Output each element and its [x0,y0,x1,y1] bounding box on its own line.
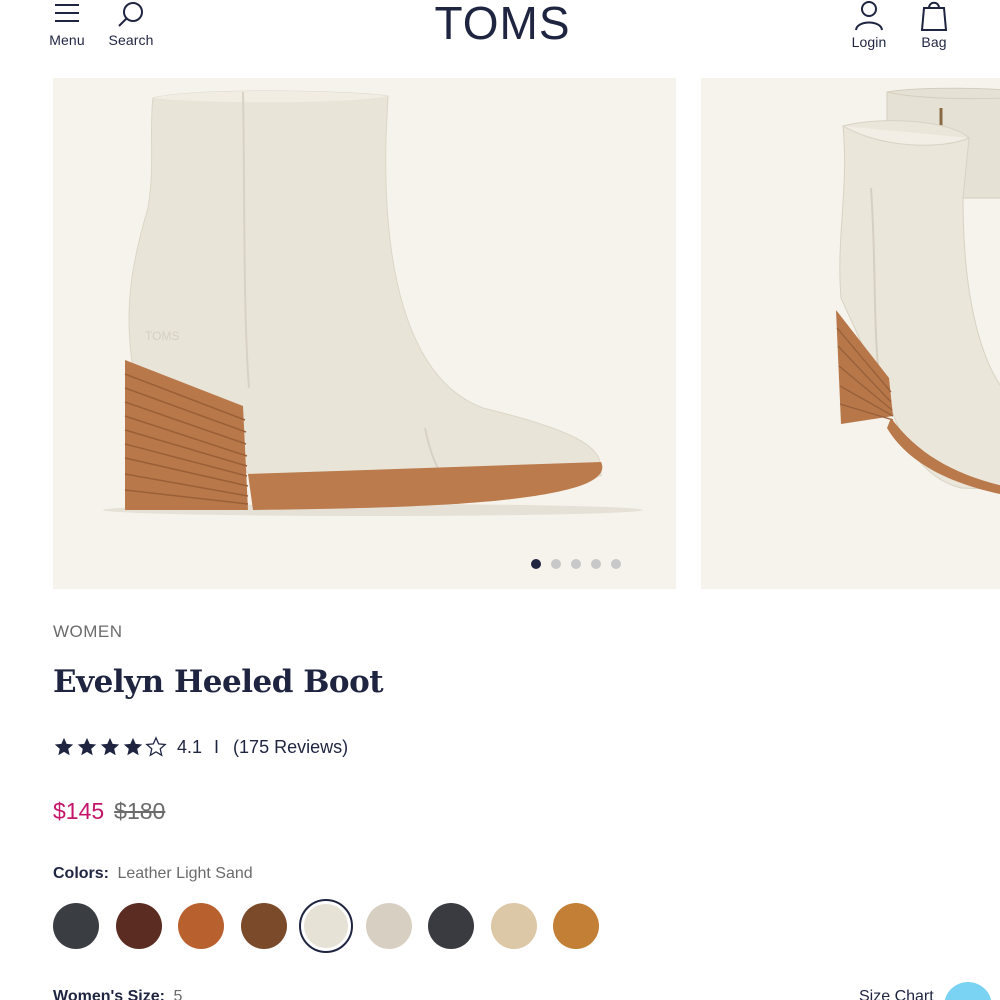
sale-price: $145 [53,798,105,824]
swatch-dark-brown[interactable] [115,903,162,949]
size-selection: Women's Size: 5 [53,988,182,1000]
star-filled-icon [123,737,143,756]
rating-stars [53,736,167,758]
size-chart-link[interactable]: Size Chart [859,988,934,1000]
swatch-black[interactable] [53,903,99,949]
product-title: Evelyn Heeled Boot [53,664,384,700]
gallery-pagination [531,559,621,569]
price-block: $145 $180 [53,798,165,825]
site-header: Menu Search TOMS Login Bag [0,0,1000,78]
product-image-main[interactable]: TOMS [53,78,676,589]
product-gallery[interactable]: TOMS [0,78,1000,590]
product-image-next[interactable] [701,78,1000,589]
chat-button[interactable] [944,982,992,1000]
boot-pair-image [836,87,1000,494]
star-filled-icon [100,737,120,756]
rating-value: 4.1 [177,736,203,757]
svg-text:TOMS: TOMS [145,329,179,343]
user-icon [855,1,883,31]
gallery-dot-4[interactable] [591,559,601,569]
colors-label: Colors: [53,865,109,882]
search-label: Search [108,32,154,48]
product-category[interactable]: WOMEN [53,622,123,642]
gallery-dot-2[interactable] [551,559,561,569]
boot-side-image: TOMS [103,90,643,516]
selected-color-name: Leather Light Sand [117,865,253,882]
reviews-link[interactable]: (175 Reviews) [233,737,348,758]
swatch-sand-taupe[interactable] [365,903,412,949]
shopping-bag-icon [920,1,948,31]
rating-separator: I [214,736,220,757]
product-rating[interactable]: 4.1 I (175 Reviews) [53,734,348,760]
star-empty-icon [145,736,167,757]
swatch-light-sand-fill [304,904,348,948]
gallery-dot-1[interactable] [531,559,541,569]
gallery-dot-5[interactable] [611,559,621,569]
toms-logo[interactable]: TOMS [430,0,575,50]
hamburger-menu-icon [55,4,79,22]
star-filled-icon [54,737,74,756]
menu-button[interactable]: Menu [44,0,90,48]
star-filled-icon [77,737,97,756]
menu-label: Menu [49,32,85,48]
login-button[interactable]: Login [846,0,892,50]
swatch-light-sand[interactable] [299,899,353,953]
swatch-chestnut[interactable] [240,903,287,949]
original-price: $180 [114,798,166,824]
gallery-dot-3[interactable] [571,559,581,569]
selected-size: 5 [173,988,183,1000]
login-label: Login [851,34,887,50]
color-swatches [53,899,613,953]
bag-button[interactable]: Bag [912,0,956,50]
size-label: Women's Size: [53,988,165,1000]
swatch-charcoal[interactable] [428,903,474,949]
swatch-beige-suede[interactable] [490,903,537,949]
search-icon [118,2,143,27]
bag-label: Bag [921,34,947,50]
swatch-tan-suede[interactable] [553,903,599,949]
search-button[interactable]: Search [104,0,158,48]
swatch-cognac[interactable] [178,903,224,949]
color-selection: Colors: Leather Light Sand [53,865,253,883]
